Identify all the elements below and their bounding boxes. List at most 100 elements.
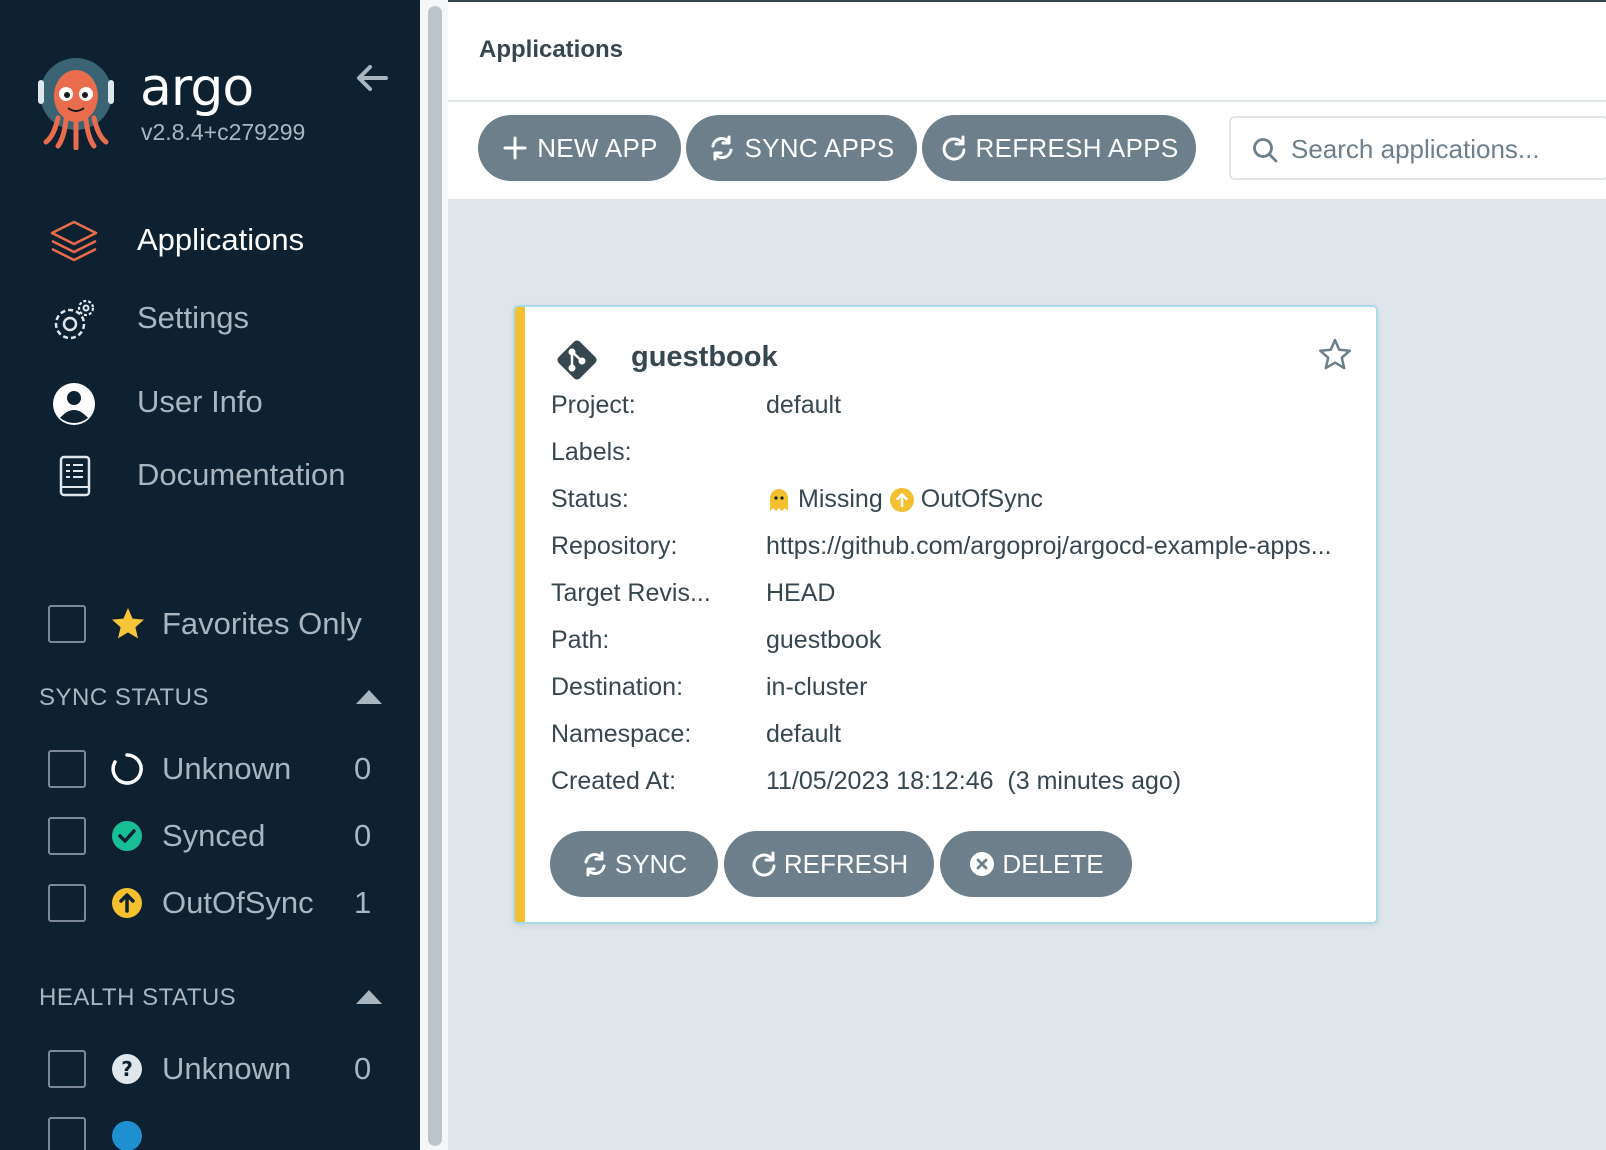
new-app-button[interactable]: NEW APP	[478, 115, 681, 181]
nav-documentation[interactable]: Documentation	[0, 443, 420, 507]
collapse-caret-icon[interactable]	[356, 690, 382, 704]
filter-sync-unknown[interactable]: Unknown 0	[48, 747, 388, 791]
field-key: Target Revis...	[551, 579, 711, 607]
argo-octopus-logo	[38, 58, 114, 150]
checkbox[interactable]	[48, 750, 86, 788]
checkbox[interactable]	[48, 884, 86, 922]
arrow-circle-up-icon	[889, 487, 914, 512]
user-circle-icon	[53, 383, 95, 425]
field-key: Created At:	[551, 767, 677, 795]
nav-user-info[interactable]: User Info	[0, 370, 420, 434]
status-color-bar	[515, 307, 525, 922]
favorites-only-filter[interactable]: Favorites Only	[48, 602, 408, 646]
sidebar: argo v2.8.4+c279299 Applications Setting…	[0, 0, 420, 1150]
field-key: Namespace:	[551, 720, 692, 748]
favorites-checkbox[interactable]	[48, 605, 86, 643]
health-status-title: HEALTH STATUS	[39, 984, 237, 1011]
filter-sync-synced[interactable]: Synced 0	[48, 814, 388, 858]
field-key: Repository:	[551, 532, 678, 560]
collapse-caret-icon[interactable]	[356, 990, 382, 1004]
app-name: guestbook	[631, 341, 778, 373]
collapse-sidebar-arrow-icon[interactable]	[352, 58, 392, 98]
sync-status-text: OutOfSync	[920, 485, 1044, 513]
field-target-revision: Target Revis... HEAD	[551, 579, 1371, 613]
plus-icon	[503, 136, 527, 160]
filter-count: 0	[354, 751, 372, 786]
nav-settings[interactable]: Settings	[0, 286, 420, 350]
field-labels: Labels:	[551, 438, 1371, 472]
sync-apps-button[interactable]: SYNC APPS	[686, 115, 917, 181]
question-circle-icon: ?	[112, 1054, 142, 1084]
sidebar-scrollbar[interactable]	[428, 6, 442, 1146]
search-icon	[1253, 138, 1278, 163]
field-destination: Destination: in-cluster	[551, 673, 1371, 707]
filter-sync-outofsync[interactable]: OutOfSync 1	[48, 881, 388, 925]
app-card-guestbook[interactable]: guestbook Project: default Labels: Statu…	[513, 305, 1378, 924]
circle-notch-icon	[111, 753, 143, 785]
field-path: Path: guestbook	[551, 626, 1371, 660]
refresh-apps-button[interactable]: REFRESH APPS	[922, 115, 1196, 181]
git-icon	[557, 340, 597, 380]
field-status: Status: Missing OutOfSync	[551, 485, 1371, 519]
filter-health-next[interactable]	[48, 1114, 388, 1150]
sync-apps-label: SYNC APPS	[744, 132, 895, 163]
refresh-icon	[942, 135, 965, 161]
field-repository: Repository: https://github.com/argoproj/…	[551, 532, 1371, 566]
field-key: Status:	[551, 485, 629, 513]
heart-icon	[112, 1121, 142, 1150]
svg-text:?: ?	[121, 1057, 133, 1081]
arrow-circle-up-icon	[112, 888, 142, 918]
filter-label: Unknown	[162, 1051, 292, 1086]
field-project: Project: default	[551, 391, 1371, 425]
filter-count: 0	[354, 818, 372, 853]
star-icon	[112, 608, 144, 639]
top-bar: Applications	[448, 0, 1606, 100]
refresh-icon	[752, 851, 776, 877]
checkbox[interactable]	[48, 1050, 86, 1088]
refresh-apps-label: REFRESH APPS	[975, 132, 1179, 163]
sync-icon	[584, 851, 606, 877]
filter-health-unknown[interactable]: ? Unknown 0	[48, 1047, 388, 1091]
delete-button[interactable]: DELETE	[940, 831, 1132, 897]
field-key: Destination:	[551, 673, 684, 701]
favorite-star-icon[interactable]	[1317, 337, 1353, 373]
health-status-text: Missing	[798, 485, 883, 513]
nav-applications[interactable]: Applications	[0, 208, 420, 272]
delete-label: DELETE	[1002, 848, 1104, 879]
field-namespace: Namespace: default	[551, 720, 1371, 754]
field-key: Path:	[551, 626, 610, 654]
search-input[interactable]	[1291, 130, 1591, 168]
field-value: in-cluster	[766, 673, 868, 701]
times-circle-icon	[970, 852, 995, 876]
search-box[interactable]	[1229, 116, 1606, 180]
field-value: 11/05/2023 18:12:46 (3 minutes ago)	[766, 767, 1182, 795]
sync-status-title: SYNC STATUS	[39, 684, 209, 711]
new-app-label: NEW APP	[537, 132, 658, 163]
field-key: Labels:	[551, 438, 632, 466]
layers-icon	[50, 220, 98, 262]
nav-settings-label: Settings	[137, 300, 250, 335]
refresh-button[interactable]: REFRESH	[724, 831, 934, 897]
filter-count: 0	[354, 1051, 372, 1086]
filter-label: Unknown	[162, 751, 292, 786]
sync-button[interactable]: SYNC	[550, 831, 718, 897]
field-value: HEAD	[766, 579, 836, 607]
ghost-missing-icon	[770, 488, 788, 511]
checkbox[interactable]	[48, 1117, 86, 1150]
gears-icon	[54, 299, 95, 340]
sync-label: SYNC	[614, 848, 688, 879]
nav-applications-label: Applications	[137, 222, 305, 257]
version-label: v2.8.4+c279299	[141, 119, 306, 145]
nav-documentation-label: Documentation	[137, 457, 346, 492]
favorites-label: Favorites Only	[162, 606, 362, 641]
field-value: https://github.com/argoproj/argocd-examp…	[766, 532, 1332, 560]
field-value: default	[766, 391, 842, 419]
field-key: Project:	[551, 391, 636, 419]
check-circle-icon	[112, 821, 142, 851]
page-title: Applications	[479, 36, 624, 63]
filter-label: Synced	[162, 818, 266, 853]
book-icon	[59, 455, 91, 497]
refresh-label: REFRESH	[783, 848, 909, 879]
checkbox[interactable]	[48, 817, 86, 855]
sync-icon	[711, 135, 733, 161]
